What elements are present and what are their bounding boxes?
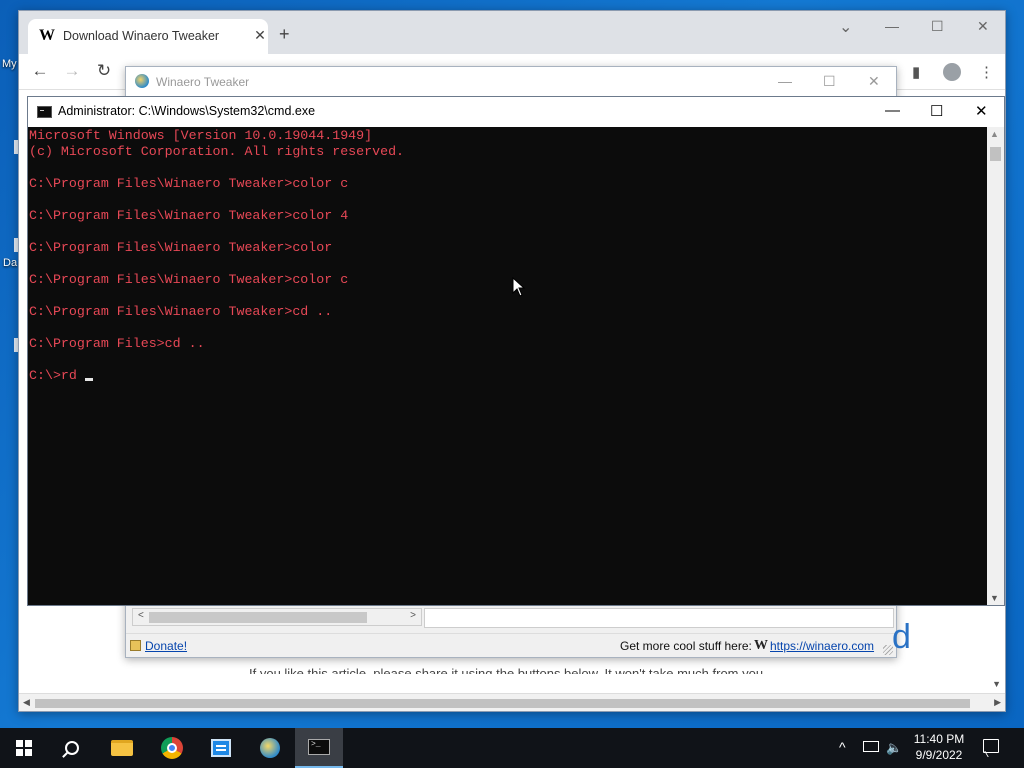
winaero-tweaker-icon <box>260 738 280 758</box>
console-output[interactable]: Microsoft Windows [Version 10.0.19044.19… <box>29 127 989 605</box>
console-vertical-scrollbar[interactable]: ▲ ▼ <box>987 127 1004 605</box>
page-text-fragment: If you like this article, please share i… <box>249 666 767 674</box>
reload-button[interactable]: ↻ <box>94 62 114 80</box>
minimize-button[interactable]: — <box>885 102 900 119</box>
scroll-down-icon[interactable]: ▼ <box>992 679 1001 689</box>
chrome-tab-bar: W Download Winaero Tweaker ✕ + ⌄ — ☐ ✕ <box>19 11 1005 54</box>
winaero-favicon-icon: W <box>39 27 55 44</box>
tab-close-icon[interactable]: ✕ <box>252 27 268 44</box>
side-panel-icon[interactable]: ▮ <box>912 63 920 81</box>
back-button[interactable]: ← <box>30 62 50 80</box>
window-title: Administrator: C:\Windows\System32\cmd.e… <box>58 104 316 118</box>
winaero-logo-icon: W <box>754 638 768 653</box>
winaero-tweaker-icon <box>135 74 149 88</box>
close-button[interactable]: ✕ <box>868 73 880 90</box>
scroll-up-icon[interactable]: ▲ <box>990 129 999 139</box>
scrollbar-thumb[interactable] <box>990 147 1001 161</box>
maximize-button[interactable]: ☐ <box>931 19 944 33</box>
tab-search-chevron-icon[interactable]: ⌄ <box>839 20 852 36</box>
scrollbar-thumb[interactable] <box>35 699 970 708</box>
clock-time: 11:40 PM <box>913 732 965 746</box>
taskbar-winaero-tweaker[interactable] <box>246 728 294 768</box>
details-panel <box>424 608 894 628</box>
winaero-link[interactable]: https://winaero.com <box>770 639 874 653</box>
notification-center-icon[interactable] <box>983 739 999 753</box>
status-bar: Donate! Get more cool stuff here: W http… <box>126 633 896 657</box>
cmd-icon <box>37 106 52 118</box>
windows-logo-icon <box>16 740 32 756</box>
close-button[interactable]: ✕ <box>977 19 989 33</box>
desktop-icon-label[interactable]: Da <box>3 257 17 269</box>
scroll-right-icon[interactable]: > <box>410 610 416 621</box>
tab-title: Download Winaero Tweaker <box>63 29 220 43</box>
search-icon <box>65 741 79 755</box>
page-logo-fragment: d <box>892 618 911 656</box>
scrollbar-thumb[interactable] <box>149 612 367 623</box>
tab-download-winaero-tweaker[interactable]: W Download Winaero Tweaker ✕ <box>28 19 268 54</box>
close-button[interactable]: ✕ <box>975 102 988 120</box>
window-title: Winaero Tweaker <box>156 75 250 89</box>
cmd-window: Administrator: C:\Windows\System32\cmd.e… <box>27 96 1005 606</box>
page-horizontal-scrollbar[interactable]: ◀ ▶ <box>19 693 1005 711</box>
search-button[interactable] <box>48 728 96 768</box>
scroll-left-icon[interactable]: < <box>138 610 144 621</box>
file-explorer-icon <box>111 740 133 756</box>
taskbar-app[interactable] <box>197 728 245 768</box>
scroll-right-icon[interactable]: ▶ <box>994 697 1001 708</box>
taskbar-chrome[interactable] <box>148 728 196 768</box>
text-cursor <box>84 378 93 381</box>
desktop-icon-label[interactable]: My <box>2 58 17 70</box>
donate-link[interactable]: Donate! <box>145 639 187 653</box>
minimize-button[interactable]: — <box>885 19 899 33</box>
scroll-down-icon[interactable]: ▼ <box>990 593 999 603</box>
cmd-icon <box>308 739 330 755</box>
console-history: Microsoft Windows [Version 10.0.19044.19… <box>29 128 405 351</box>
app-icon <box>211 739 231 757</box>
profile-avatar-icon[interactable] <box>943 63 961 81</box>
clock[interactable]: 11:40 PM 9/9/2022 <box>906 731 972 763</box>
volume-icon[interactable]: 🔈 <box>886 740 902 756</box>
chrome-icon <box>161 737 183 759</box>
taskbar-file-explorer[interactable] <box>98 728 146 768</box>
forward-button[interactable]: → <box>62 62 82 80</box>
donate-icon <box>130 640 141 651</box>
maximize-button[interactable]: ☐ <box>823 73 836 90</box>
network-icon[interactable] <box>863 741 879 752</box>
taskbar: ^ 🔈 11:40 PM 9/9/2022 <box>0 728 1024 768</box>
menu-icon[interactable]: ⋮ <box>979 63 994 81</box>
tweaker-title-bar[interactable]: Winaero Tweaker — ☐ ✕ <box>126 67 896 97</box>
tree-horizontal-scrollbar[interactable]: < > <box>132 608 422 626</box>
current-prompt[interactable]: C:\>rd <box>29 368 85 383</box>
more-stuff-label: Get more cool stuff here: <box>620 639 752 653</box>
new-tab-button[interactable]: + <box>279 25 290 43</box>
tray-overflow-chevron-icon[interactable]: ^ <box>839 739 846 755</box>
minimize-button[interactable]: — <box>778 73 792 89</box>
clock-date: 9/9/2022 <box>915 748 963 762</box>
start-button[interactable] <box>0 728 48 768</box>
maximize-button[interactable]: ☐ <box>930 102 943 120</box>
taskbar-cmd[interactable] <box>295 728 343 768</box>
cmd-title-bar[interactable]: Administrator: C:\Windows\System32\cmd.e… <box>28 97 1004 127</box>
